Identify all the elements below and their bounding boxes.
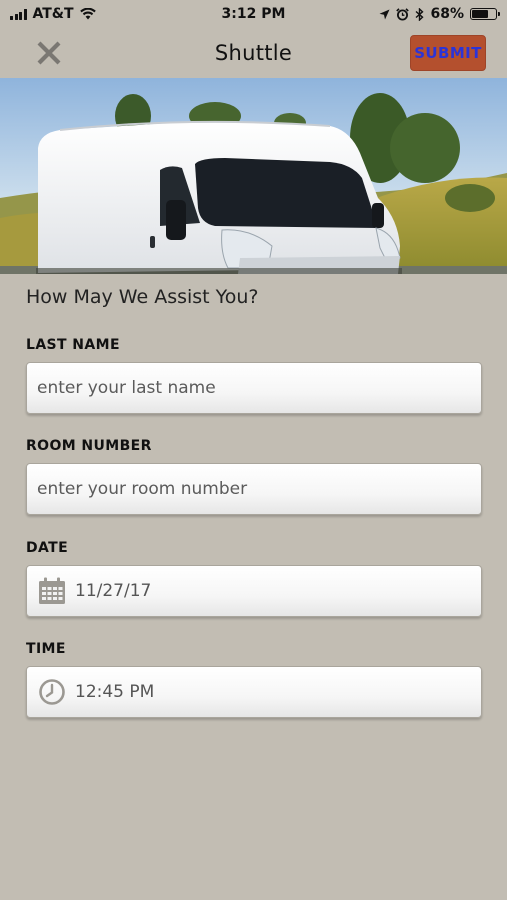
status-bar: AT&T 3:12 PM 68% [0,0,507,28]
battery-percent: 68% [430,6,464,22]
calendar-icon [37,576,67,606]
close-icon [37,41,61,65]
page-title: Shuttle [214,41,293,65]
battery-icon [470,8,500,20]
time-value: 12:45 PM [75,682,155,702]
signal-icon [10,8,27,20]
battery-level [472,10,488,18]
clock-icon [37,677,67,707]
wifi-icon [79,8,96,20]
date-value: 11/27/17 [75,581,152,601]
close-button[interactable] [34,38,64,68]
status-left: AT&T [10,6,96,22]
room-number-field[interactable]: enter your room number [26,463,482,515]
form-heading: How May We Assist You? [26,286,259,308]
bluetooth-icon [416,7,425,21]
room-number-placeholder: enter your room number [37,479,248,499]
time-label: TIME [26,641,66,657]
alarm-icon [396,7,410,20]
location-arrow-icon [379,9,390,19]
hero-image [0,78,507,274]
time-field[interactable]: 12:45 PM [26,666,482,718]
status-right: 68% [379,6,500,22]
room-number-label: ROOM NUMBER [26,438,152,454]
last-name-field[interactable]: enter your last name [26,362,482,414]
date-label: DATE [26,540,69,556]
shuttle-van-image [0,78,507,274]
nav-bar: Shuttle SUBMIT [0,28,507,78]
date-field[interactable]: 11/27/17 [26,565,482,617]
last-name-placeholder: enter your last name [37,378,216,398]
last-name-label: LAST NAME [26,337,120,353]
submit-button[interactable]: SUBMIT [410,35,486,71]
carrier-label: AT&T [32,6,74,22]
